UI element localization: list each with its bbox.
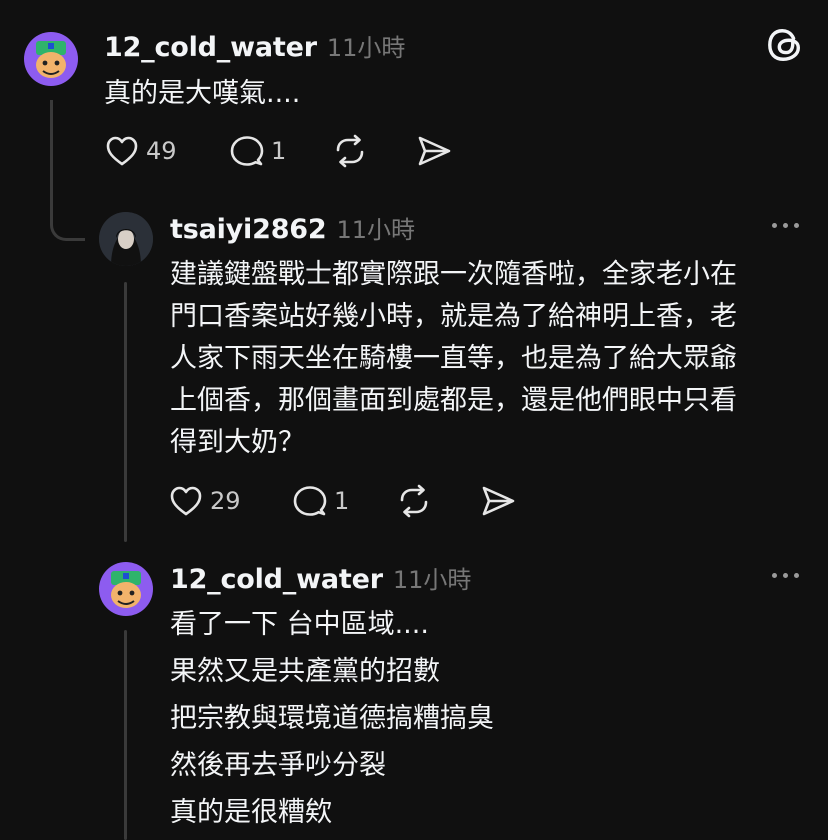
heart-icon: [104, 133, 140, 169]
repost-button[interactable]: [332, 133, 368, 173]
heart-icon: [168, 483, 204, 519]
send-icon: [416, 136, 452, 173]
reply-count: 1: [271, 137, 287, 165]
reply-button[interactable]: 1: [292, 483, 349, 519]
post-text: 真的是大嘆氣....: [104, 73, 300, 115]
post-text-line: 看了一下 台中區域....: [170, 609, 429, 640]
post-text-line: 上個香，那個畫面到處都是，還是他們眼中只看: [170, 385, 737, 416]
more-dots-icon[interactable]: [772, 223, 799, 228]
username[interactable]: 12_cold_water: [104, 32, 317, 63]
repost-icon: [396, 484, 432, 523]
post-text-line: 得到大奶？: [170, 427, 305, 458]
reply-count: 1: [334, 487, 350, 515]
like-button[interactable]: 29: [168, 483, 241, 519]
thread-line: [124, 630, 127, 840]
post-text-line: 果然又是共產黨的招數: [170, 656, 440, 687]
repost-button[interactable]: [396, 483, 432, 523]
post-text-line: 人家下雨天坐在騎樓一直等，也是為了給大眾爺: [170, 343, 737, 374]
send-icon: [480, 486, 516, 523]
post-text-line: 真的是很糟欸: [170, 797, 332, 828]
timestamp[interactable]: 11小時: [393, 560, 472, 595]
post-header: tsaiyi2862 11小時: [170, 210, 415, 245]
comment-icon: [292, 483, 328, 519]
reply-button[interactable]: 1: [229, 133, 286, 169]
post-text: 建議鍵盤戰士都實際跟一次隨香啦，全家老小在 門口香案站好幾小時，就是為了給神明上…: [170, 254, 737, 464]
like-count: 29: [210, 487, 241, 515]
thread-connector-line: [50, 100, 85, 241]
timestamp[interactable]: 11小時: [327, 28, 406, 63]
avatar[interactable]: [99, 562, 153, 616]
share-button[interactable]: [480, 483, 516, 523]
avatar[interactable]: [24, 32, 78, 86]
post-text-line: 建議鍵盤戰士都實際跟一次隨香啦，全家老小在: [170, 259, 737, 290]
share-button[interactable]: [416, 133, 452, 173]
avatar[interactable]: [99, 212, 153, 266]
post-text: 看了一下 台中區域.... 果然又是共產黨的招數 把宗教與環境道德搞糟搞臭 然後…: [170, 601, 494, 836]
post-text-line: 然後再去爭吵分裂: [170, 750, 386, 781]
username[interactable]: tsaiyi2862: [170, 214, 327, 245]
post-header: 12_cold_water 11小時: [104, 28, 405, 63]
comment-icon: [229, 133, 265, 169]
timestamp[interactable]: 11小時: [336, 210, 415, 245]
repost-icon: [332, 134, 368, 173]
username[interactable]: 12_cold_water: [170, 564, 383, 595]
like-count: 49: [146, 137, 177, 165]
post-header: 12_cold_water 11小時: [170, 560, 471, 595]
post-text-line: 門口香案站好幾小時，就是為了給神明上香，老: [170, 301, 737, 332]
post-text-line: 真的是大嘆氣....: [104, 78, 301, 109]
like-button[interactable]: 49: [104, 133, 177, 169]
post-text-line: 把宗教與環境道德搞糟搞臭: [170, 703, 494, 734]
threads-logo-icon[interactable]: [766, 26, 804, 68]
more-dots-icon[interactable]: [772, 573, 799, 578]
thread-line: [124, 282, 127, 542]
